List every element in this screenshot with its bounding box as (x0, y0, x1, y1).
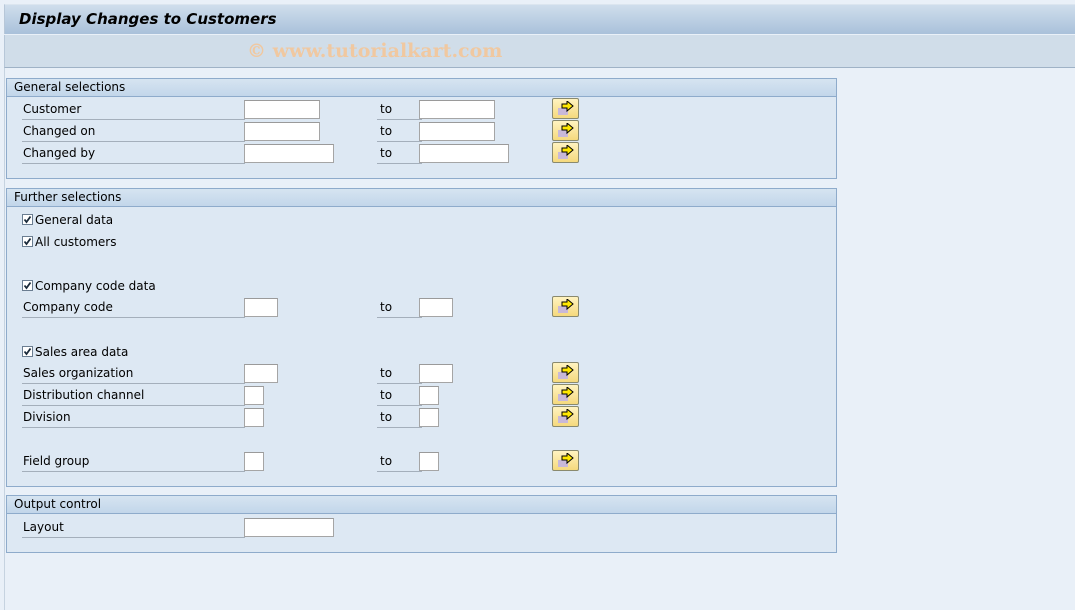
watermark: © www.tutorialkart.com (247, 40, 503, 62)
company-code-multiple-selection-button[interactable] (552, 296, 579, 317)
all-customers-checkbox[interactable] (22, 236, 33, 247)
sales-organization-row: Sales organization to (7, 362, 836, 384)
company-code-to-input[interactable] (419, 298, 453, 317)
distribution-channel-to-input[interactable] (419, 386, 439, 405)
checkmark-icon (23, 281, 32, 290)
multiple-selection-icon (558, 123, 574, 137)
company-code-data-checkbox[interactable] (22, 280, 33, 291)
layout-input[interactable] (244, 518, 334, 537)
sales-area-data-checkbox-row[interactable]: Sales area data (22, 343, 128, 361)
division-to-input[interactable] (419, 408, 439, 427)
changed-on-to-input[interactable] (419, 122, 495, 141)
customer-to-input[interactable] (419, 100, 495, 119)
multiple-selection-icon (558, 101, 574, 115)
customer-to-label: to (377, 100, 422, 120)
division-row: Division to (7, 406, 836, 428)
changed-by-to-input[interactable] (419, 144, 509, 163)
output-control-group: Output control Layout (6, 495, 837, 553)
all-customers-checkbox-row[interactable]: All customers (22, 233, 116, 251)
company-code-row: Company code to (7, 296, 836, 318)
field-group-to-input[interactable] (419, 452, 439, 471)
sales-organization-to-input[interactable] (419, 364, 453, 383)
changed-on-row: Changed on to (7, 120, 836, 142)
distribution-channel-to-label: to (377, 386, 422, 406)
changed-on-from-input[interactable] (244, 122, 320, 141)
sales-organization-from-input[interactable] (244, 364, 278, 383)
checkmark-icon (23, 237, 32, 246)
application-toolbar: © www.tutorialkart.com (4, 35, 1075, 68)
multiple-selection-icon (558, 387, 574, 401)
field-group-label: Field group (22, 452, 245, 472)
multiple-selection-icon (558, 299, 574, 313)
field-group-from-input[interactable] (244, 452, 264, 471)
changed-by-multiple-selection-button[interactable] (552, 142, 579, 163)
customer-multiple-selection-button[interactable] (552, 98, 579, 119)
division-label: Division (22, 408, 245, 428)
group-header: General selections (7, 79, 836, 97)
multiple-selection-icon (558, 409, 574, 423)
multiple-selection-icon (558, 365, 574, 379)
changed-on-multiple-selection-button[interactable] (552, 120, 579, 141)
content-border (4, 68, 5, 610)
changed-by-label: Changed by (22, 144, 245, 164)
changed-by-from-input[interactable] (244, 144, 334, 163)
general-data-label: General data (35, 213, 114, 227)
distribution-channel-row: Distribution channel to (7, 384, 836, 406)
page-title: Display Changes to Customers (19, 10, 277, 28)
company-code-from-input[interactable] (244, 298, 278, 317)
general-selections-group: General selections Customer to Changed o… (6, 78, 837, 179)
layout-row: Layout (7, 518, 836, 538)
division-from-input[interactable] (244, 408, 264, 427)
company-code-to-label: to (377, 298, 422, 318)
group-header: Output control (7, 496, 836, 514)
field-group-row: Field group to (7, 450, 836, 472)
further-selections-group: Further selections General data All cust… (6, 188, 837, 487)
sales-organization-multiple-selection-button[interactable] (552, 362, 579, 383)
customer-label: Customer (22, 100, 245, 120)
distribution-channel-multiple-selection-button[interactable] (552, 384, 579, 405)
field-group-to-label: to (377, 452, 422, 472)
multiple-selection-icon (558, 453, 574, 467)
title-bar: Display Changes to Customers (4, 4, 1075, 34)
company-code-data-label: Company code data (35, 279, 156, 293)
changed-on-label: Changed on (22, 122, 245, 142)
changed-by-to-label: to (377, 144, 422, 164)
general-data-checkbox[interactable] (22, 214, 33, 225)
multiple-selection-icon (558, 145, 574, 159)
changed-by-row: Changed by to (7, 142, 836, 164)
field-group-multiple-selection-button[interactable] (552, 450, 579, 471)
sales-organization-label: Sales organization (22, 364, 245, 384)
company-code-data-checkbox-row[interactable]: Company code data (22, 277, 156, 295)
checkmark-icon (23, 347, 32, 356)
changed-on-to-label: to (377, 122, 422, 142)
sales-area-data-checkbox[interactable] (22, 346, 33, 357)
general-data-checkbox-row[interactable]: General data (22, 211, 113, 229)
layout-label: Layout (22, 518, 245, 538)
distribution-channel-label: Distribution channel (22, 386, 245, 406)
customer-from-input[interactable] (244, 100, 320, 119)
customer-row: Customer to (7, 98, 836, 120)
division-multiple-selection-button[interactable] (552, 406, 579, 427)
sales-area-data-label: Sales area data (35, 345, 129, 359)
division-to-label: to (377, 408, 422, 428)
sales-organization-to-label: to (377, 364, 422, 384)
distribution-channel-from-input[interactable] (244, 386, 264, 405)
checkmark-icon (23, 215, 32, 224)
company-code-label: Company code (22, 298, 245, 318)
group-header: Further selections (7, 189, 836, 207)
all-customers-label: All customers (35, 235, 117, 249)
